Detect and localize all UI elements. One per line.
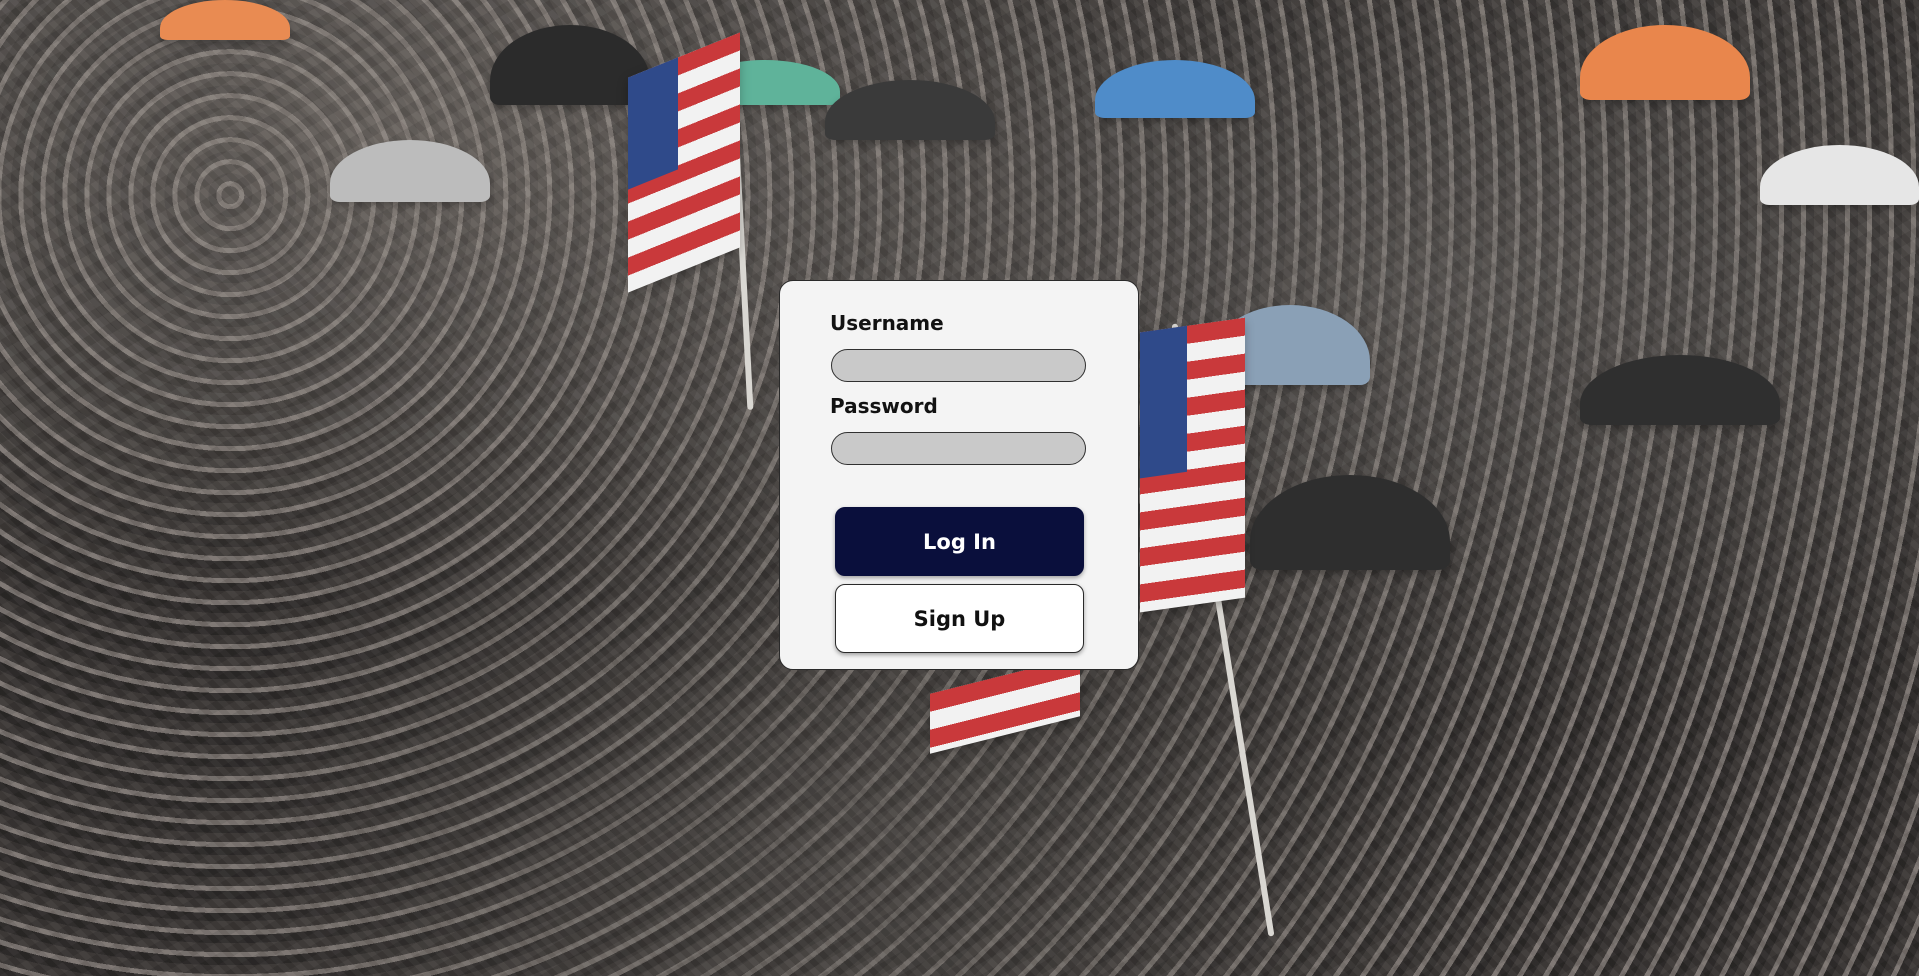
signup-button-label: Sign Up: [913, 606, 1006, 631]
login-card: Username Password Log In Sign Up: [779, 280, 1139, 670]
username-input[interactable]: [831, 349, 1086, 382]
flag-decoration: [1140, 317, 1245, 613]
username-label: Username: [830, 311, 944, 335]
password-label: Password: [830, 394, 938, 418]
login-button-label: Log In: [923, 529, 996, 554]
password-input[interactable]: [831, 432, 1086, 465]
login-button[interactable]: Log In: [835, 507, 1084, 576]
signup-button[interactable]: Sign Up: [835, 584, 1084, 653]
flag-decoration: [628, 32, 740, 293]
